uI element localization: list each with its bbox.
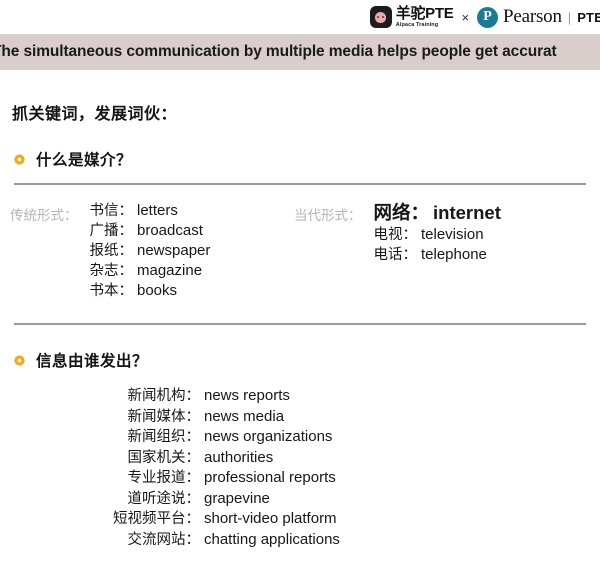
list-item: 交流网站： chatting applications bbox=[108, 530, 590, 551]
source-cn: 新闻机构： bbox=[127, 388, 201, 404]
divider-top bbox=[14, 183, 586, 185]
term-en: newspaper bbox=[137, 242, 211, 259]
term-row: 电话： telephone bbox=[374, 245, 501, 265]
term-row: 广播： broadcast bbox=[90, 221, 211, 241]
alpaca-pte-logo[interactable]: 羊驼PTE Alpaca Training bbox=[369, 6, 454, 28]
information-source-list: 新闻机构： news reports 新闻媒体： news media 新闻组织… bbox=[108, 386, 590, 550]
list-item: 短视频平台： short-video platform bbox=[108, 509, 590, 530]
list-item: 新闻机构： news reports bbox=[108, 386, 590, 407]
list-item: 新闻组织： news organizations bbox=[108, 427, 590, 448]
source-cn: 道听途说： bbox=[127, 490, 201, 507]
pearson-wordmark: Pearson bbox=[503, 6, 562, 27]
term-cn: 报纸： bbox=[89, 243, 134, 259]
main-content: 抓关键词，发展词伙： 什么是媒介？ 传统形式： 书信： letters 广播： … bbox=[0, 100, 600, 550]
section-heading-media-label: 什么是媒介？ bbox=[36, 152, 133, 169]
source-cn: 国家机关： bbox=[127, 449, 201, 466]
brand-logos: 羊驼PTE Alpaca Training × P Pearson | PTE … bbox=[369, 6, 600, 28]
highlight-banner: The simultaneous communication by multip… bbox=[0, 34, 600, 70]
term-en: books bbox=[137, 282, 178, 299]
term-cn: 电话： bbox=[373, 247, 418, 263]
term-row: 电视： television bbox=[374, 225, 501, 245]
source-cn: 专业报道： bbox=[127, 470, 201, 486]
traditional-media-caption: 传统形式： bbox=[10, 208, 78, 223]
starburst-icon bbox=[14, 354, 25, 366]
term-row: 杂志： magazine bbox=[90, 261, 211, 281]
pearson-logo[interactable]: P Pearson | PTE A bbox=[477, 6, 600, 28]
term-en: telephone bbox=[421, 246, 487, 263]
list-item: 专业报道： professional reports bbox=[108, 468, 590, 489]
banner-sentence: The simultaneous communication by multip… bbox=[0, 43, 557, 60]
modern-media-caption: 当代形式： bbox=[294, 208, 362, 223]
term-en: magazine bbox=[137, 262, 203, 279]
term-en: broadcast bbox=[137, 222, 203, 239]
term-cn: 书本： bbox=[89, 283, 134, 299]
divider-bottom bbox=[14, 323, 586, 325]
source-cn: 新闻组织： bbox=[127, 429, 201, 445]
term-cn: 网络： bbox=[373, 202, 430, 223]
term-cn: 电视： bbox=[373, 227, 418, 243]
source-en: professional reports bbox=[204, 469, 336, 486]
starburst-icon bbox=[14, 153, 25, 165]
term-en: letters bbox=[137, 202, 178, 219]
source-en: news reports bbox=[204, 387, 290, 404]
source-en: grapevine bbox=[204, 489, 270, 507]
source-cn: 短视频平台： bbox=[113, 511, 200, 527]
source-en: short-video platform bbox=[204, 510, 337, 527]
alpaca-subtitle: Alpaca Training bbox=[395, 21, 439, 28]
term-row-emphasized: 网络： internet bbox=[374, 201, 501, 225]
pearson-p-icon: P bbox=[477, 6, 499, 28]
modern-media-list: 网络： internet 电视： television 电话： telephon… bbox=[374, 201, 501, 265]
list-item: 新闻媒体： news media bbox=[108, 407, 590, 428]
term-cn: 广播： bbox=[89, 223, 134, 239]
term-en: internet bbox=[433, 202, 501, 223]
source-cn: 新闻媒体： bbox=[127, 408, 201, 425]
section-heading-source-label: 信息由谁发出？ bbox=[36, 353, 149, 370]
pearson-divider: | bbox=[567, 9, 572, 25]
header-bar: 羊驼PTE Alpaca Training × P Pearson | PTE … bbox=[0, 0, 600, 34]
source-en: chatting applications bbox=[204, 530, 340, 548]
list-item: 国家机关： authorities bbox=[108, 448, 590, 469]
term-row: 书信： letters bbox=[90, 201, 211, 221]
source-en: authorities bbox=[204, 448, 274, 466]
page-title: 抓关键词，发展词伙： bbox=[12, 106, 178, 123]
section-heading-source: 信息由谁发出？ bbox=[14, 349, 590, 371]
source-en: news media bbox=[204, 407, 285, 425]
source-en: news organizations bbox=[204, 428, 333, 445]
term-row: 报纸： newspaper bbox=[90, 241, 211, 261]
traditional-media-column: 传统形式： 书信： letters 广播： broadcast 报纸： news… bbox=[10, 201, 294, 301]
section-heading-media: 什么是媒介？ bbox=[14, 148, 590, 170]
traditional-media-list: 书信： letters 广播： broadcast 报纸： newspaper … bbox=[90, 201, 211, 301]
alpaca-head-icon bbox=[369, 6, 392, 28]
term-row: 书本： books bbox=[90, 281, 211, 301]
modern-media-column: 当代形式： 网络： internet 电视： television 电话： te… bbox=[294, 201, 590, 265]
term-cn: 书信： bbox=[89, 203, 134, 219]
term-en: television bbox=[421, 226, 484, 243]
alpaca-title: 羊驼PTE bbox=[395, 5, 454, 22]
brand-separator-icon: × bbox=[461, 9, 470, 25]
term-cn: 杂志： bbox=[89, 263, 134, 279]
source-cn: 交流网站： bbox=[127, 531, 201, 548]
alpaca-wordmark: 羊驼PTE Alpaca Training bbox=[396, 6, 454, 28]
media-terms-area: 传统形式： 书信： letters 广播： broadcast 报纸： news… bbox=[10, 201, 590, 301]
list-item: 道听途说： grapevine bbox=[108, 489, 590, 510]
pearson-product-label: PTE A bbox=[577, 9, 600, 25]
